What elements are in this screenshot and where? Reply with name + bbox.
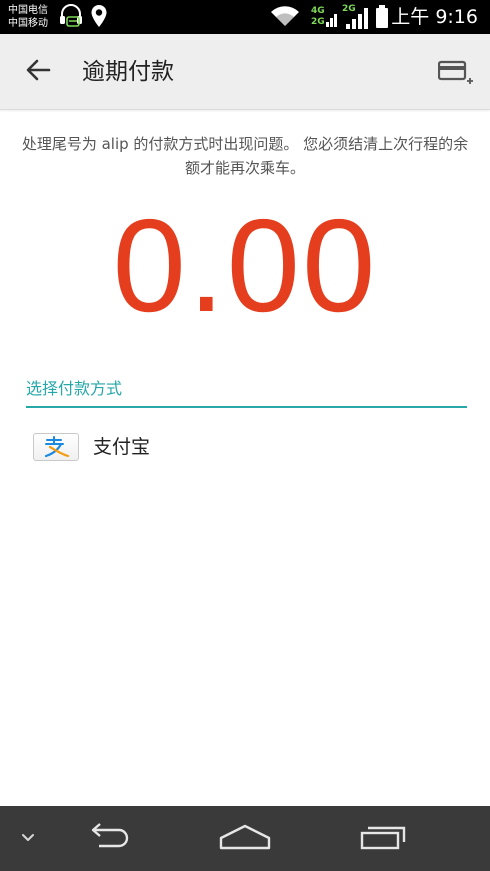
add-card-icon — [437, 57, 474, 91]
battery-icon — [375, 5, 389, 33]
recent-apps-icon — [358, 822, 408, 856]
nav-back-button[interactable] — [78, 806, 142, 871]
wifi-icon — [270, 6, 300, 32]
network-4g-label: 4G — [311, 6, 325, 16]
signal-icon-2 — [344, 6, 370, 34]
headset-icon — [58, 3, 84, 33]
back-icon — [85, 822, 135, 856]
location-pin-icon — [90, 4, 108, 34]
overdue-message: 处理尾号为 alip 的付款方式时出现问题。 您必须结清上次行程的余额才能再次乘… — [21, 135, 469, 177]
status-bar: 中国电信 中国移动 4G 2G 2G 上午 9:16 — [0, 0, 490, 34]
payment-method-label: 支付宝 — [93, 436, 151, 458]
carrier-1: 中国电信 — [8, 5, 48, 16]
clock: 上午 9:16 — [391, 6, 478, 28]
home-icon — [218, 822, 272, 856]
alipay-logo-icon — [33, 433, 79, 461]
select-payment-label: 选择付款方式 — [26, 379, 123, 398]
navigation-bar — [0, 806, 490, 871]
signal-icon — [326, 6, 340, 32]
carrier-info: 中国电信 中国移动 — [8, 4, 48, 30]
app-bar: 逾期付款 — [0, 34, 490, 110]
chevron-down-icon — [20, 829, 36, 848]
network-2g-label-lower: 2G — [311, 17, 325, 27]
amount-due: 0.00 — [112, 192, 378, 339]
carrier-2: 中国移动 — [8, 18, 48, 29]
hide-keyboard-button[interactable] — [8, 806, 48, 871]
add-card-button[interactable] — [436, 56, 476, 92]
nav-home-button[interactable] — [212, 806, 278, 871]
page-title: 逾期付款 — [82, 59, 174, 85]
nav-recent-apps-button[interactable] — [350, 806, 416, 871]
back-button[interactable] — [18, 54, 58, 90]
arrow-left-icon — [25, 58, 51, 86]
payment-method-item[interactable]: 支付宝 — [26, 424, 467, 470]
section-divider — [26, 406, 467, 408]
